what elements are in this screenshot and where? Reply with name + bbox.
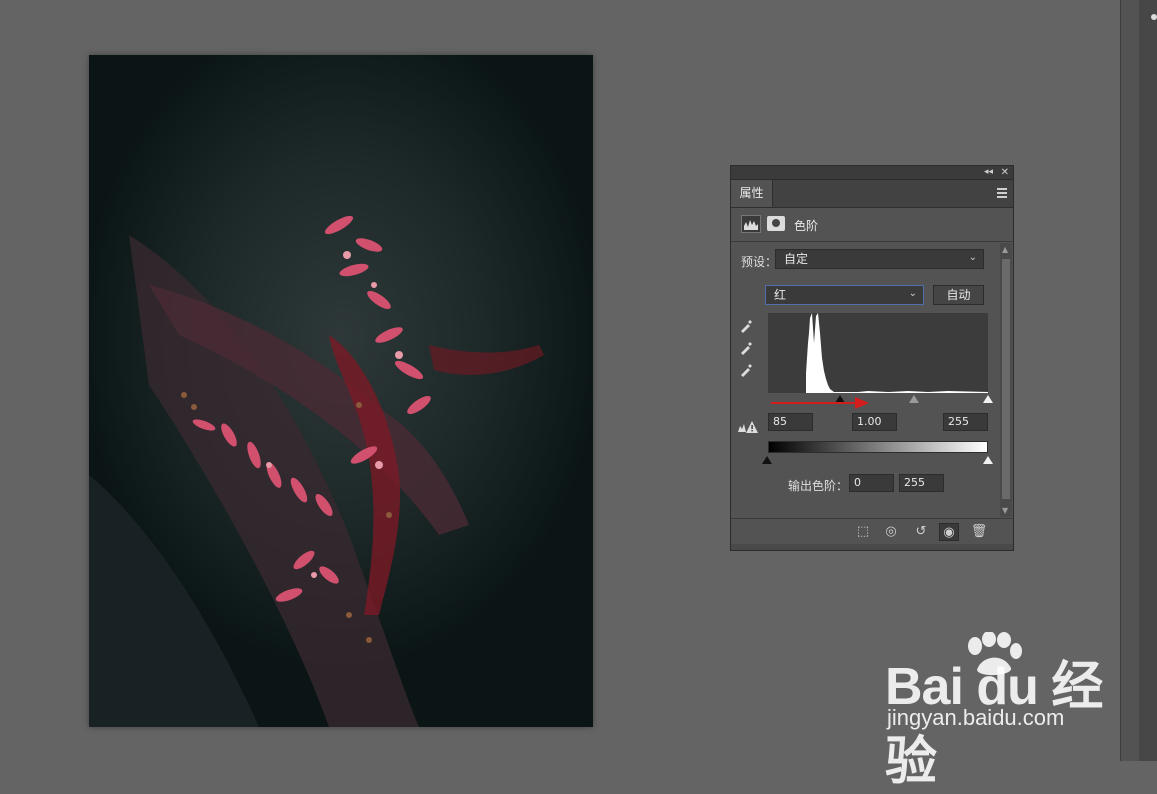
clip-to-layer-icon[interactable]: ⬚: [853, 523, 873, 541]
properties-panel: ◂◂ ✕ 属性 色阶 ▲ ▼ 预设： 自定 ⌄ 红 ⌄ 自动 85 1.00 2…: [730, 165, 1014, 551]
adjustment-header: 色阶: [731, 208, 1013, 242]
input-white-field[interactable]: 255: [943, 413, 988, 431]
dock-knob[interactable]: [1151, 14, 1157, 20]
auto-button[interactable]: 自动: [933, 285, 984, 305]
reset-icon[interactable]: ↺: [911, 523, 931, 541]
panel-resize-grip[interactable]: [731, 544, 1013, 550]
black-point-eyedropper-icon[interactable]: [739, 317, 755, 333]
document-canvas-image[interactable]: [89, 55, 593, 727]
channel-select[interactable]: 红 ⌄: [765, 285, 924, 305]
panel-topbar: ◂◂ ✕: [731, 166, 1013, 180]
channel-value: 红: [774, 288, 787, 302]
right-panel-dock: [1120, 0, 1157, 761]
preset-select[interactable]: 自定 ⌄: [775, 249, 984, 269]
adjustment-title: 色阶: [794, 219, 819, 233]
dock-strip: [1139, 0, 1157, 761]
trash-icon[interactable]: 🗑: [969, 523, 989, 541]
scroll-up-icon[interactable]: ▲: [1002, 245, 1008, 254]
input-gamma-slider[interactable]: [909, 395, 919, 403]
output-white-field[interactable]: 255: [899, 474, 944, 492]
chevron-down-icon: ⌄: [968, 252, 977, 263]
output-black-field[interactable]: 0: [849, 474, 894, 492]
input-white-slider[interactable]: [983, 395, 993, 403]
panel-footer: ⬚ ◎ ↺ ◉ 🗑: [731, 518, 1013, 545]
close-icon[interactable]: ✕: [1001, 166, 1009, 179]
output-gradient: [768, 441, 988, 453]
hamburger-menu-icon[interactable]: [997, 188, 1007, 198]
input-gamma-field[interactable]: 1.00: [852, 413, 897, 431]
visibility-eye-icon[interactable]: ◉: [939, 523, 959, 541]
gray-point-eyedropper-icon[interactable]: [739, 339, 755, 355]
output-white-slider[interactable]: [983, 456, 993, 464]
histogram: [768, 313, 988, 393]
double-chevron-left-icon[interactable]: ◂◂: [984, 166, 993, 179]
panel-scrollbar[interactable]: ▲ ▼: [1000, 243, 1012, 517]
warning-icon[interactable]: [737, 420, 759, 434]
white-point-eyedropper-icon[interactable]: [739, 361, 755, 377]
chevron-down-icon: ⌄: [908, 288, 917, 299]
panel-tab-row: 属性: [731, 180, 1013, 208]
baidu-watermark: Bai du 经验 jingyan.baidu.com: [885, 632, 1115, 791]
watermark-url: jingyan.baidu.com: [887, 705, 1065, 730]
output-black-slider[interactable]: [762, 456, 772, 464]
flower-photo: [89, 215, 544, 727]
preset-label: 预设：: [741, 255, 778, 269]
mask-icon[interactable]: [767, 216, 785, 231]
annotation-arrow-icon: [771, 397, 869, 409]
output-levels-label: 输出色阶：: [788, 479, 849, 493]
input-black-field[interactable]: 85: [768, 413, 813, 431]
histogram-icon[interactable]: [741, 215, 761, 233]
preset-value: 自定: [784, 252, 809, 266]
view-previous-state-icon[interactable]: ◎: [881, 523, 901, 541]
scroll-down-icon[interactable]: ▼: [1002, 506, 1008, 515]
scroll-thumb[interactable]: [1002, 259, 1010, 499]
tab-properties[interactable]: 属性: [731, 180, 773, 207]
